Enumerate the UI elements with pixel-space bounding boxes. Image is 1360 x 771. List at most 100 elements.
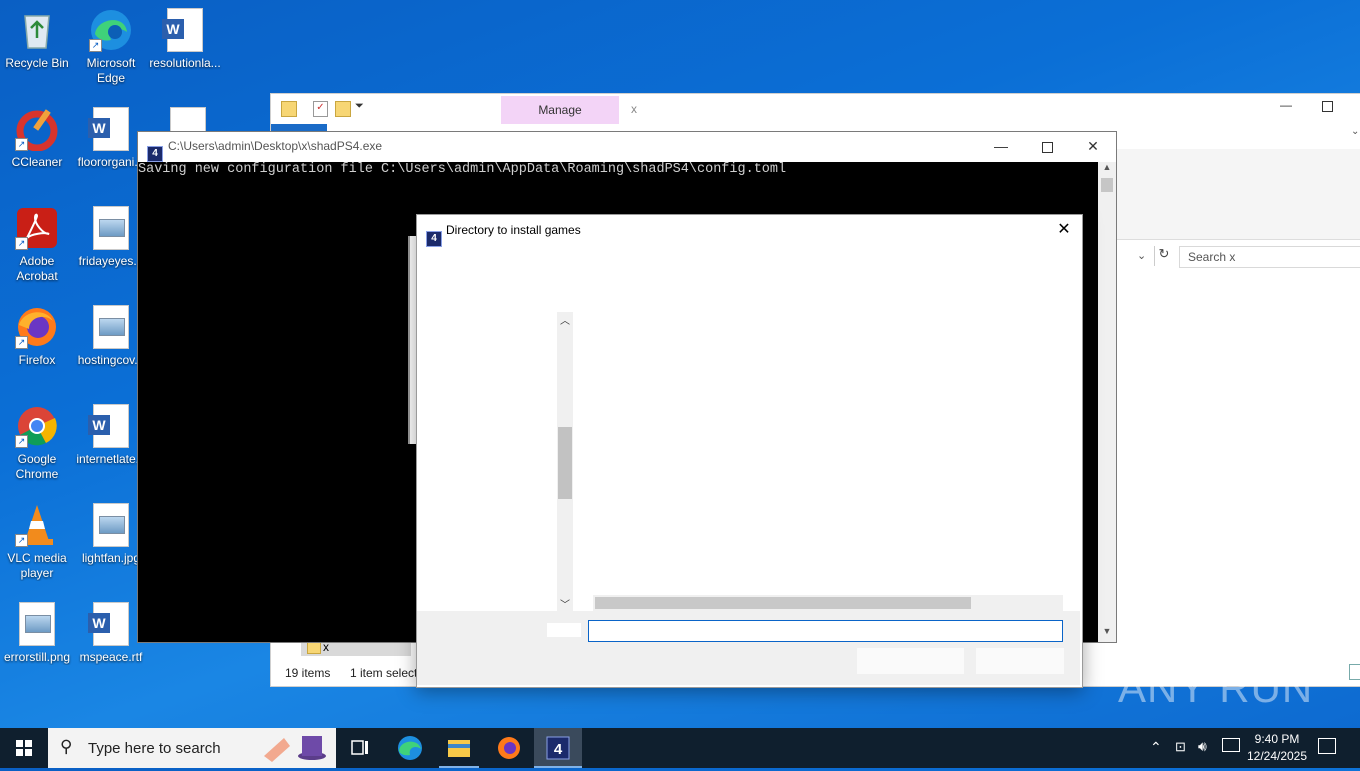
start-button[interactable] <box>0 728 48 768</box>
desktop-icon-adobe-acrobat[interactable]: ↗ Adobe Acrobat <box>0 206 74 284</box>
refresh-icon[interactable]: ↻ <box>1154 246 1173 266</box>
desktop-icon-label: Firefox <box>18 353 56 367</box>
desktop-icon-label: CCleaner <box>11 155 63 169</box>
ribbon-expand-icon[interactable]: ⌄ <box>1351 126 1359 137</box>
taskbar-shadps4[interactable]: 4 <box>534 728 582 768</box>
vlc-cone-icon: ↗ <box>15 503 59 547</box>
search-box[interactable]: Search x <box>1179 246 1360 268</box>
desktop-icon-errorstill[interactable]: errorstill.png <box>0 602 74 665</box>
desktop-icon-label: mspeace.rtf <box>79 650 143 664</box>
folder-tree-scrollbar[interactable]: ︿ ﹀ <box>557 312 573 612</box>
svg-text:4: 4 <box>554 741 563 758</box>
taskbar-file-explorer[interactable] <box>435 728 483 768</box>
cancel-button[interactable] <box>976 648 1064 674</box>
ccleaner-icon: ↗ <box>15 107 59 152</box>
console-close-button[interactable]: ✕ <box>1070 132 1116 160</box>
properties-icon[interactable]: ✓ <box>313 101 328 117</box>
windows-logo-icon <box>16 740 32 756</box>
firefox-icon <box>498 737 520 759</box>
scroll-down-arrow-icon[interactable]: ﹀ <box>557 596 573 612</box>
quick-access-toolbar: ✓ ⏷ <box>279 100 379 118</box>
desktop-icon-label: errorstill.png <box>3 650 71 664</box>
desktop-icon-label: Microsoft Edge <box>86 56 136 85</box>
desktop-icon-chrome[interactable]: ↗ Google Chrome <box>0 404 74 482</box>
dialog-close-button[interactable]: ✕ <box>1049 215 1079 245</box>
firefox-icon: ↗ <box>15 305 59 349</box>
path-label <box>547 623 581 637</box>
desktop-icon-recycle-bin[interactable]: Recycle Bin <box>0 8 74 71</box>
task-view-button[interactable] <box>336 728 384 768</box>
folder-icon[interactable] <box>281 101 297 117</box>
desktop-icon-label: resolutionla... <box>149 56 221 70</box>
desktop-icon-vlc[interactable]: ↗ VLC media player <box>0 503 74 581</box>
scroll-thumb[interactable] <box>1101 178 1113 192</box>
network-icon[interactable] <box>1222 738 1240 752</box>
image-file-icon <box>15 602 59 646</box>
taskbar-firefox[interactable] <box>485 728 533 768</box>
watermark: ANY RUN <box>1118 664 1314 711</box>
status-selection: 1 item selecte <box>350 666 425 680</box>
image-file-icon <box>89 503 133 547</box>
desktop-icon-label: Adobe Acrobat <box>16 254 58 283</box>
explorer-minimize-button[interactable]: — <box>1271 98 1301 118</box>
dialog-title: Directory to install games <box>446 223 581 237</box>
search-placeholder: Search x <box>1188 250 1236 264</box>
scroll-thumb[interactable] <box>558 427 572 499</box>
word-document-icon: W <box>162 8 207 52</box>
recycle-bin-icon <box>15 8 59 52</box>
status-item-count: 19 items <box>285 666 331 680</box>
console-title: C:\Users\admin\Desktop\x\shadPS4.exe <box>168 139 383 153</box>
dialog-title-bar[interactable]: 4 Directory to install games ✕ <box>417 215 1082 247</box>
console-maximize-button[interactable] <box>1024 132 1070 160</box>
scroll-thumb[interactable] <box>595 597 971 609</box>
new-folder-icon[interactable] <box>335 101 351 117</box>
scroll-up-arrow-icon[interactable]: ▲ <box>1098 162 1116 178</box>
customize-toolbar-icon[interactable]: ⏷ <box>355 100 364 113</box>
scroll-down-arrow-icon[interactable]: ▼ <box>1098 626 1116 642</box>
horizontal-scrollbar[interactable] <box>593 595 1063 611</box>
taskbar-search-box[interactable]: ⚲ Type here to search <box>48 728 336 768</box>
edge-icon <box>398 736 422 760</box>
path-input[interactable] <box>588 620 1063 642</box>
address-dropdown-icon[interactable]: ⌄ <box>1137 249 1146 262</box>
ribbon-area <box>1116 149 1360 240</box>
task-view-icon <box>351 740 368 755</box>
scroll-up-arrow-icon[interactable]: ︿ <box>557 312 573 328</box>
console-scrollbar[interactable]: ▲ ▼ <box>1098 162 1116 642</box>
word-document-icon: W <box>88 107 133 151</box>
desktop-icon-firefox[interactable]: ↗ Firefox <box>0 305 74 368</box>
edge-icon: ↗ <box>89 8 133 52</box>
notifications-icon[interactable] <box>1318 738 1336 754</box>
search-highlight-icon <box>260 732 330 764</box>
explorer-maximize-button[interactable] <box>1317 98 1337 118</box>
show-hidden-icons[interactable]: ⌃ <box>1150 739 1162 756</box>
volume-icon[interactable]: 🔊︎ <box>1198 738 1207 755</box>
shadps4-app-icon: 4 <box>546 736 570 760</box>
taskbar-edge[interactable] <box>386 728 434 768</box>
desktop-icon-edge[interactable]: ↗ Microsoft Edge <box>74 8 148 86</box>
hidden-file-icon <box>170 107 206 133</box>
console-line: Saving new configuration file C:\Users\a… <box>138 162 787 177</box>
clock-date[interactable]: 12/24/2025 <box>1244 749 1310 763</box>
desktop-icon-ccleaner[interactable]: ↗ CCleaner <box>0 107 74 170</box>
desktop-icon-label: Recycle Bin <box>5 56 69 70</box>
console-minimize-button[interactable]: — <box>978 132 1024 160</box>
ribbon-tab-manage[interactable]: Manage <box>501 96 619 124</box>
image-file-icon <box>89 206 133 250</box>
desktop-icon-label: VLC media player <box>7 551 67 580</box>
word-document-icon: W <box>88 602 133 646</box>
taskbar-search-placeholder: Type here to search <box>88 740 221 757</box>
chrome-icon: ↗ <box>15 404 59 448</box>
view-toggle-icon[interactable] <box>1349 664 1360 680</box>
shadps4-app-icon: 4 <box>426 222 442 252</box>
window-title-x: x <box>631 102 637 116</box>
meet-now-icon[interactable]: ⊡ <box>1175 739 1186 755</box>
directory-dialog[interactable]: 4 Directory to install games ✕ ︿ ﹀ <box>416 214 1083 688</box>
desktop-icon-label: Google Chrome <box>15 452 59 481</box>
word-document-icon: W <box>88 404 133 448</box>
clock-time[interactable]: 9:40 PM <box>1252 732 1302 746</box>
console-title-bar[interactable]: 4 C:\Users\admin\Desktop\x\shadPS4.exe —… <box>138 132 1116 162</box>
ok-button[interactable] <box>857 648 964 674</box>
folder-icon <box>448 740 470 757</box>
desktop-icon-resolution-doc[interactable]: W resolutionla... <box>148 8 222 71</box>
